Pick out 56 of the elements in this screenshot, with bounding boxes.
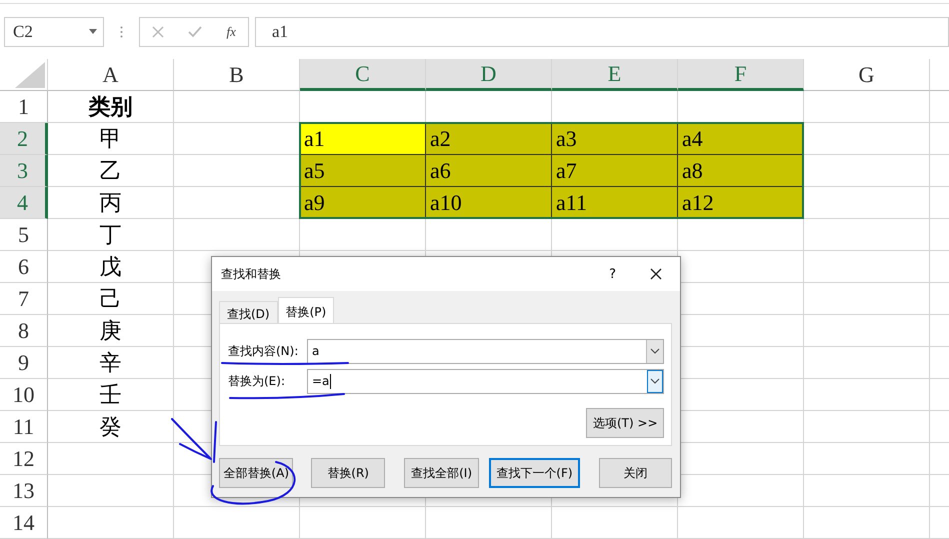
check-icon[interactable] (188, 26, 202, 38)
close-icon[interactable] (650, 268, 662, 280)
table-cell: 壬 (48, 379, 174, 411)
table-cell: a10 (426, 187, 552, 219)
table-cell: a1 (300, 123, 426, 155)
dropdown-button[interactable] (646, 340, 663, 362)
table-cell: a2 (426, 123, 552, 155)
table-cell: a12 (678, 187, 804, 219)
tab[interactable]: 查找(D) (219, 301, 278, 323)
tab[interactable]: 替换(P) (278, 297, 334, 323)
formula-field[interactable]: a1 (255, 16, 949, 46)
chevron-icon (650, 378, 660, 384)
column-header[interactable]: E (552, 59, 678, 91)
row-header[interactable]: 2 (0, 123, 48, 155)
name-box[interactable]: C2 (4, 16, 104, 46)
table-cell: a6 (426, 155, 552, 187)
row-header[interactable]: 3 (0, 155, 48, 187)
pen-arrow-drawing (170, 418, 218, 464)
table-cell: 戊 (48, 251, 174, 283)
table-cell: 乙 (48, 155, 174, 187)
table-cell: 丁 (48, 219, 174, 251)
dialog-title: 查找和替换 (221, 266, 282, 282)
table-cell: a11 (552, 187, 678, 219)
grip-icon (120, 26, 123, 38)
dialog-button[interactable]: 查找全部(I) (404, 458, 480, 488)
insert-function-button[interactable]: fx (226, 24, 236, 40)
field-label: 查找内容(N): (228, 342, 300, 360)
column-header[interactable]: D (426, 59, 552, 91)
dialog-button[interactable]: 全部替换(A) (219, 458, 294, 488)
table-cell: a3 (552, 123, 678, 155)
help-button[interactable]: ? (609, 266, 616, 282)
table-cell: a9 (300, 187, 426, 219)
table-cell: a7 (552, 155, 678, 187)
field-label: 替换为(E): (228, 372, 286, 390)
row-header[interactable]: 4 (0, 187, 48, 219)
input-field[interactable]: a (307, 338, 664, 364)
table-cell: a5 (300, 155, 426, 187)
table-cell: 甲 (48, 123, 174, 155)
table-cell: 癸 (48, 411, 174, 443)
table-cell: a8 (678, 155, 804, 187)
chevron-icon (650, 348, 660, 354)
table-cell: 丙 (48, 187, 174, 219)
column-header[interactable]: C (300, 59, 426, 91)
dialog-button[interactable]: 替换(R) (311, 458, 385, 488)
table-cell: 类别 (48, 91, 174, 123)
input-field[interactable]: =a (307, 368, 664, 394)
dropdown-button[interactable] (647, 370, 663, 392)
column-header[interactable]: F (678, 59, 804, 91)
table-cell: 己 (48, 283, 174, 315)
dialog-button[interactable]: 查找下一个(F) (489, 458, 580, 488)
caret-icon (89, 29, 97, 34)
table-cell: a4 (678, 123, 804, 155)
table-cell: 庚 (48, 315, 174, 347)
options-button[interactable]: 选项(T) >> (586, 408, 664, 438)
table-cell: 辛 (48, 347, 174, 379)
dialog-button[interactable]: 关闭 (598, 458, 672, 488)
